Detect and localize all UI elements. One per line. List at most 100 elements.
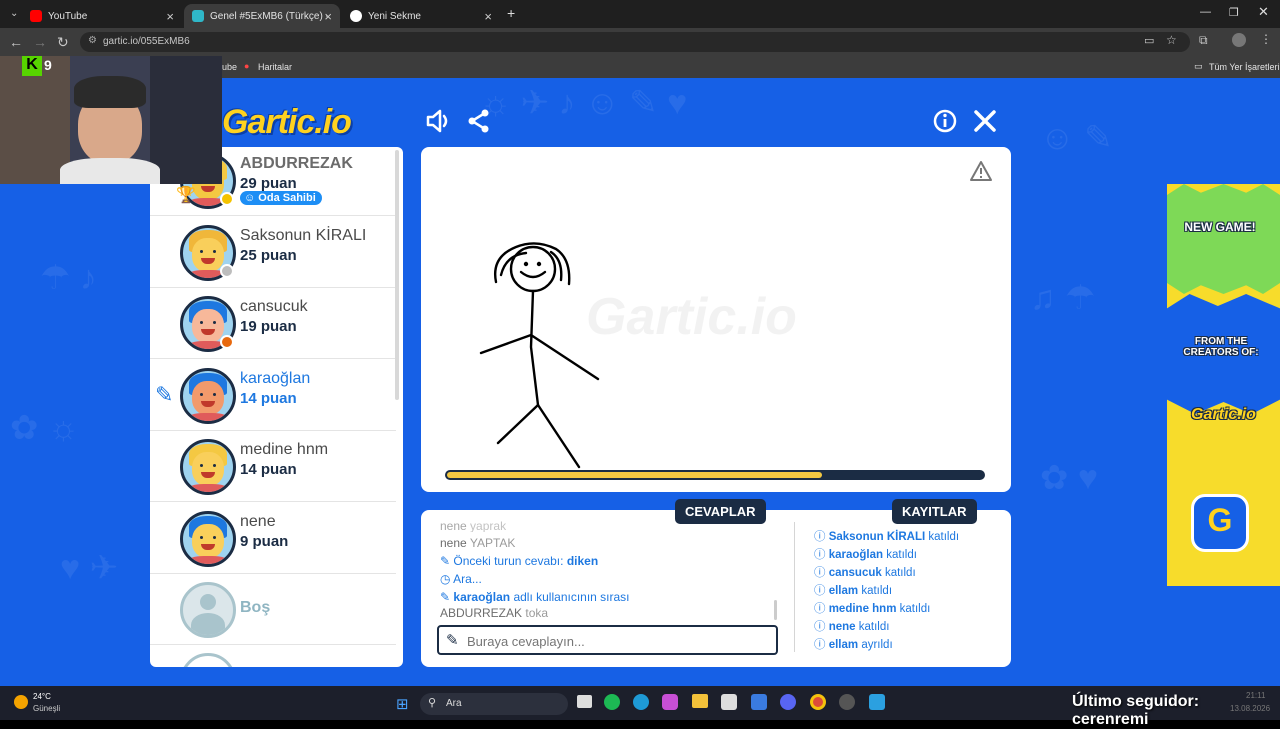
edge-icon[interactable]	[633, 694, 649, 710]
info-icon: ⓘ	[814, 603, 826, 615]
copilot-icon[interactable]	[662, 694, 678, 710]
restore-icon[interactable]: ❐	[1229, 6, 1239, 19]
empty-slot-avatar	[180, 582, 236, 638]
info-icon: ⓘ	[814, 567, 826, 579]
share-icon[interactable]	[465, 108, 493, 134]
ad-app-letter: G	[1207, 502, 1233, 538]
player-avatar	[180, 510, 236, 567]
address-bar[interactable]	[80, 32, 1190, 52]
player-list-scrollbar[interactable]	[395, 150, 399, 400]
player-name: nene	[240, 512, 276, 530]
search-icon: ⚲	[428, 697, 437, 709]
chat-message: nene yaprak	[440, 519, 507, 532]
info-icon[interactable]	[931, 108, 959, 134]
answer-input[interactable]	[467, 632, 767, 650]
log-title: KAYITLAR	[892, 499, 977, 524]
close-tab-icon[interactable]: ×	[324, 9, 332, 24]
youtube-icon	[30, 10, 42, 22]
clock-time[interactable]: 21:11	[1246, 691, 1265, 700]
ad-gartic-logo: Gartic.io	[1191, 406, 1256, 423]
answer-input-box[interactable]: ✎	[437, 625, 778, 655]
log-entry: ⓘ karaoğlan katıldı	[814, 549, 917, 561]
stream-badge-number: 9	[44, 57, 52, 73]
discord-icon[interactable]	[780, 694, 796, 710]
weather-condition[interactable]: Güneşli	[33, 704, 60, 713]
side-advertisement[interactable]: NEW GAME! FROM THE CREATORS OF: Gartic.i…	[1167, 184, 1280, 586]
pencil-icon: ✎	[440, 590, 451, 604]
tab-search-chevron-icon[interactable]: ⌄	[10, 8, 18, 19]
taskbar-search[interactable]: ⚲ Ara	[420, 693, 568, 715]
chat-scrollbar[interactable]	[774, 600, 777, 620]
menu-icon[interactable]: ⋮	[1260, 32, 1272, 46]
close-window-icon[interactable]: ✕	[1258, 4, 1269, 20]
task-view-icon[interactable]	[577, 695, 592, 708]
player-row[interactable]: ✎ karaoğlan 14 puan	[150, 360, 396, 431]
tab-new[interactable]: Yeni Sekme ×	[342, 4, 500, 28]
log-entry: ⓘ ellam ayrıldı	[814, 639, 893, 651]
obs-icon[interactable]	[839, 694, 855, 710]
tab-label: Yeni Sekme	[368, 10, 421, 22]
file-explorer-icon[interactable]	[692, 694, 708, 708]
log-entry: ⓘ Saksonun KİRALI katıldı	[814, 531, 960, 543]
maps-pin-icon: ●	[244, 61, 250, 71]
new-tab-button[interactable]: +	[507, 5, 515, 21]
player-points: 25 puan	[240, 246, 297, 264]
windows-taskbar: 24°C Güneşli ⊞ ⚲ Ara Último seguidor: ce…	[0, 686, 1280, 728]
profile-avatar[interactable]	[1232, 33, 1246, 47]
crown-icon: ☺	[244, 192, 256, 204]
cast-icon[interactable]: ▭	[1144, 34, 1154, 47]
log-entry: ⓘ medine hnm katıldı	[814, 603, 931, 615]
bookmark-youtube[interactable]: ube	[222, 62, 237, 72]
room-owner-badge: ☺ Oda Sahibi	[240, 191, 322, 205]
site-info-icon[interactable]: ⚙	[88, 35, 97, 46]
tab-label: YouTube	[48, 10, 88, 22]
report-warning-icon[interactable]	[969, 160, 993, 182]
player-row[interactable]: Saksonun KİRALI 25 puan	[150, 217, 396, 288]
chat-system-message: ✎ karaoğlan adlı kullanıcının sırası	[440, 590, 630, 604]
player-name: medine hnm	[240, 441, 329, 458]
sound-icon[interactable]	[425, 108, 453, 134]
mail-icon[interactable]	[751, 694, 767, 710]
stick-figure-drawing	[479, 242, 600, 469]
windows-start-icon[interactable]: ⊞	[396, 695, 409, 713]
forward-icon[interactable]: →	[33, 34, 47, 50]
info-icon: ⓘ	[814, 585, 826, 597]
close-tab-icon[interactable]: ×	[484, 9, 492, 24]
folder-icon: ▭	[1194, 61, 1203, 71]
chat-message: nene YAPTAK	[440, 536, 516, 550]
player-row[interactable]: Boş	[150, 574, 396, 645]
store-icon[interactable]	[721, 694, 737, 710]
player-row[interactable]: nene 9 puan	[150, 503, 396, 574]
tab-youtube[interactable]: YouTube ×	[22, 4, 182, 28]
streamer-webcam: K 9	[0, 56, 222, 184]
player-row[interactable]: medine hnm 14 puan	[150, 431, 396, 502]
drawing-canvas[interactable]: Gartic.io	[421, 147, 1011, 492]
chat-system-message: ◷ Ara...	[440, 572, 482, 586]
weather-temp[interactable]: 24°C	[33, 692, 51, 701]
app-icon[interactable]	[869, 694, 885, 710]
extensions-icon[interactable]: ⧉	[1199, 33, 1208, 48]
spotify-icon[interactable]	[604, 694, 620, 710]
player-name: Boş	[240, 599, 271, 616]
close-room-icon[interactable]	[971, 108, 999, 134]
pencil-icon: ✎	[446, 632, 459, 649]
all-bookmarks[interactable]: Tüm Yer İşaretleri	[1209, 62, 1280, 72]
close-tab-icon[interactable]: ×	[166, 9, 174, 24]
player-status-dot	[220, 263, 234, 278]
bookmark-star-icon[interactable]: ☆	[1166, 33, 1177, 47]
url-text[interactable]: gartic.io/055ExMB6	[103, 36, 190, 47]
back-icon[interactable]: ←	[9, 34, 23, 50]
bookmark-maps[interactable]: Haritalar	[258, 62, 292, 72]
reload-icon[interactable]: ↻	[57, 34, 69, 50]
chrome-taskbar-icon[interactable]	[810, 694, 826, 710]
player-row[interactable]: cansucuk 19 puan	[150, 288, 396, 359]
gartic-logo[interactable]: Gartic.io	[222, 103, 352, 142]
tab-gartic[interactable]: Genel #5ExMB6 (Türkçe) - Gartic ×	[184, 4, 340, 28]
clock-date[interactable]: 13.08.2026	[1230, 704, 1270, 713]
tab-label: Genel #5ExMB6 (Türkçe) - Gartic	[210, 10, 328, 22]
player-avatar	[180, 367, 236, 424]
chat-message: ABDURREZAK toka	[440, 606, 549, 620]
log-entry: ⓘ ellam katıldı	[814, 585, 893, 597]
minimize-icon[interactable]: —	[1200, 6, 1211, 18]
player-status-dot	[220, 335, 234, 349]
